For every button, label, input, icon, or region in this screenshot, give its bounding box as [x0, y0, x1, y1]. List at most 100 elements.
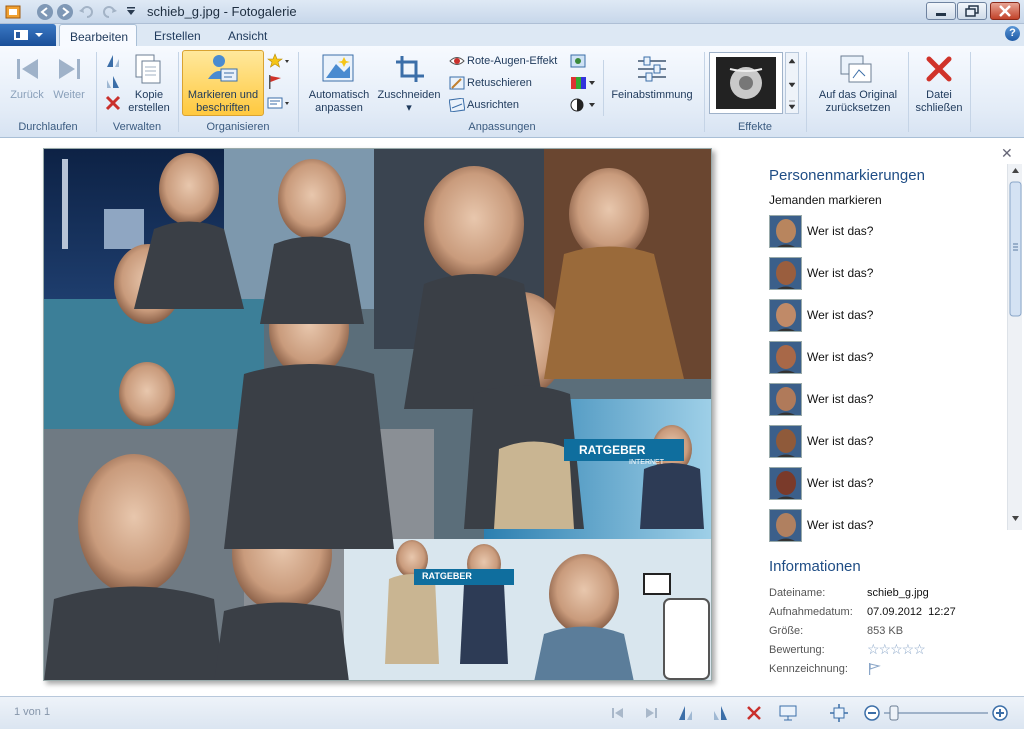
person-thumbnail[interactable]	[769, 299, 802, 332]
person-thumbnail[interactable]	[769, 215, 802, 248]
effect-gallery-scroll[interactable]	[785, 52, 799, 114]
retouch-button[interactable]: Retuschieren	[467, 77, 532, 90]
restore-button[interactable]	[957, 2, 987, 20]
person-thumbnail[interactable]	[769, 425, 802, 458]
straighten-button[interactable]: Ausrichten	[467, 99, 519, 112]
person-tag-row[interactable]: Wer ist das?	[769, 509, 999, 543]
back-button[interactable]: Zurück	[6, 89, 48, 102]
effect-gallery-preview[interactable]	[709, 52, 783, 114]
last-image-icon[interactable]	[641, 703, 661, 723]
rating-star-icon[interactable]	[267, 53, 291, 69]
who-is-this-label[interactable]: Wer ist das?	[807, 224, 873, 238]
exposure-icon[interactable]	[570, 54, 586, 68]
first-image-icon[interactable]	[608, 703, 628, 723]
tab-erstellen[interactable]: Erstellen	[144, 24, 211, 46]
contrast-icon[interactable]	[570, 98, 596, 112]
rotate-left-icon[interactable]	[104, 53, 122, 69]
straighten-icon[interactable]	[449, 98, 465, 112]
filename-value[interactable]: schieb_g.jpg	[867, 587, 929, 599]
person-thumbnail[interactable]	[769, 257, 802, 290]
who-is-this-label[interactable]: Wer ist das?	[807, 308, 873, 322]
forward-button[interactable]: Weiter	[48, 89, 90, 102]
flag-icon[interactable]	[267, 74, 291, 90]
person-tag-icon	[205, 53, 239, 85]
fit-to-window-icon[interactable]	[829, 703, 849, 723]
flag-icon[interactable]	[867, 662, 881, 676]
date-value[interactable]: 07.09.2012 12:27	[867, 606, 956, 618]
zoom-in-icon[interactable]	[990, 703, 1010, 723]
person-tag-row[interactable]: Wer ist das?	[769, 467, 999, 501]
rotate-right-icon[interactable]	[710, 703, 730, 723]
who-is-this-label[interactable]: Wer ist das?	[807, 266, 873, 280]
person-tag-row[interactable]: Wer ist das?	[769, 215, 999, 249]
auto-adjust-button-line1[interactable]: Automatisch	[304, 89, 374, 102]
close-file-button-line2[interactable]: schließen	[910, 102, 968, 115]
tab-bearbeiten[interactable]: Bearbeiten	[59, 24, 137, 46]
person-tag-row[interactable]: Wer ist das?	[769, 341, 999, 375]
who-is-this-label[interactable]: Wer ist das?	[807, 434, 873, 448]
person-thumbnail[interactable]	[769, 509, 802, 542]
fine-tune-icon[interactable]	[636, 55, 668, 83]
who-is-this-label[interactable]: Wer ist das?	[807, 476, 873, 490]
person-tag-row[interactable]: Wer ist das?	[769, 383, 999, 417]
forward-arrow-icon[interactable]	[56, 3, 74, 21]
minimize-button[interactable]	[926, 2, 956, 20]
copy-button-line2[interactable]: erstellen	[124, 102, 174, 115]
auto-adjust-button-line2[interactable]: anpassen	[304, 102, 374, 115]
app-icon[interactable]	[4, 3, 22, 21]
zoom-out-icon[interactable]	[862, 703, 882, 723]
slideshow-icon[interactable]	[778, 703, 798, 723]
person-thumbnail[interactable]	[769, 383, 802, 416]
properties-icon[interactable]	[267, 95, 291, 111]
crop-icon[interactable]	[394, 54, 426, 84]
tag-someone-link[interactable]: Jemanden markieren	[769, 193, 882, 207]
rotate-left-icon[interactable]	[676, 703, 696, 723]
group-label-effekte: Effekte	[737, 121, 773, 133]
help-icon[interactable]: ?	[1005, 26, 1020, 41]
tab-ansicht[interactable]: Ansicht	[218, 24, 277, 46]
zoom-slider[interactable]	[882, 704, 990, 722]
people-scrollbar[interactable]	[1007, 164, 1022, 530]
tag-button-line2: beschriften	[196, 102, 250, 114]
close-window-button[interactable]	[990, 2, 1020, 20]
red-eye-button[interactable]: Rote-Augen-Effekt	[467, 55, 557, 68]
fine-tune-button[interactable]: Feinabstimmung	[606, 89, 698, 102]
who-is-this-label[interactable]: Wer ist das?	[807, 392, 873, 406]
previous-icon[interactable]	[14, 55, 42, 83]
person-thumbnail[interactable]	[769, 341, 802, 374]
rotate-right-icon[interactable]	[104, 74, 122, 90]
revert-icon[interactable]	[839, 54, 875, 84]
red-eye-icon[interactable]	[449, 54, 465, 68]
delete-icon[interactable]	[104, 95, 122, 111]
people-tags-title: Personenmarkierungen	[769, 167, 925, 184]
person-thumbnail[interactable]	[769, 467, 802, 500]
crop-dropdown[interactable]: ▾	[374, 102, 444, 115]
close-pane-icon[interactable]: ✕	[1001, 145, 1013, 162]
undo-icon[interactable]	[78, 3, 96, 21]
person-tag-row[interactable]: Wer ist das?	[769, 257, 999, 291]
copy-icon[interactable]	[134, 53, 162, 85]
rating-stars[interactable]: ☆☆☆☆☆	[867, 641, 926, 658]
color-icon[interactable]	[570, 76, 596, 90]
retouch-icon[interactable]	[449, 76, 465, 90]
delete-icon[interactable]	[744, 703, 764, 723]
redo-icon[interactable]	[100, 3, 118, 21]
photo-collage[interactable]: RATGEBER INTERNET RATGEBER	[43, 148, 712, 681]
close-file-button-line1[interactable]: Datei	[910, 89, 968, 102]
who-is-this-label[interactable]: Wer ist das?	[807, 350, 873, 364]
person-tag-row[interactable]: Wer ist das?	[769, 299, 999, 333]
close-file-icon[interactable]	[925, 55, 953, 83]
auto-adjust-icon[interactable]	[322, 54, 356, 84]
application-menu-button[interactable]	[0, 24, 56, 46]
revert-button-line1[interactable]: Auf das Original	[810, 89, 906, 102]
revert-button-line2[interactable]: zurücksetzen	[810, 102, 906, 115]
crop-button[interactable]: Zuschneiden	[374, 89, 444, 102]
next-icon[interactable]	[55, 55, 83, 83]
photo-sign-text: RATGEBER	[579, 443, 646, 457]
customize-quick-access-icon[interactable]	[122, 3, 140, 21]
person-tag-row[interactable]: Wer ist das?	[769, 425, 999, 459]
back-arrow-icon[interactable]	[36, 3, 54, 21]
who-is-this-label[interactable]: Wer ist das?	[807, 518, 873, 532]
copy-button-line1[interactable]: Kopie	[124, 89, 174, 102]
flag-label: Kennzeichnung:	[769, 663, 848, 675]
